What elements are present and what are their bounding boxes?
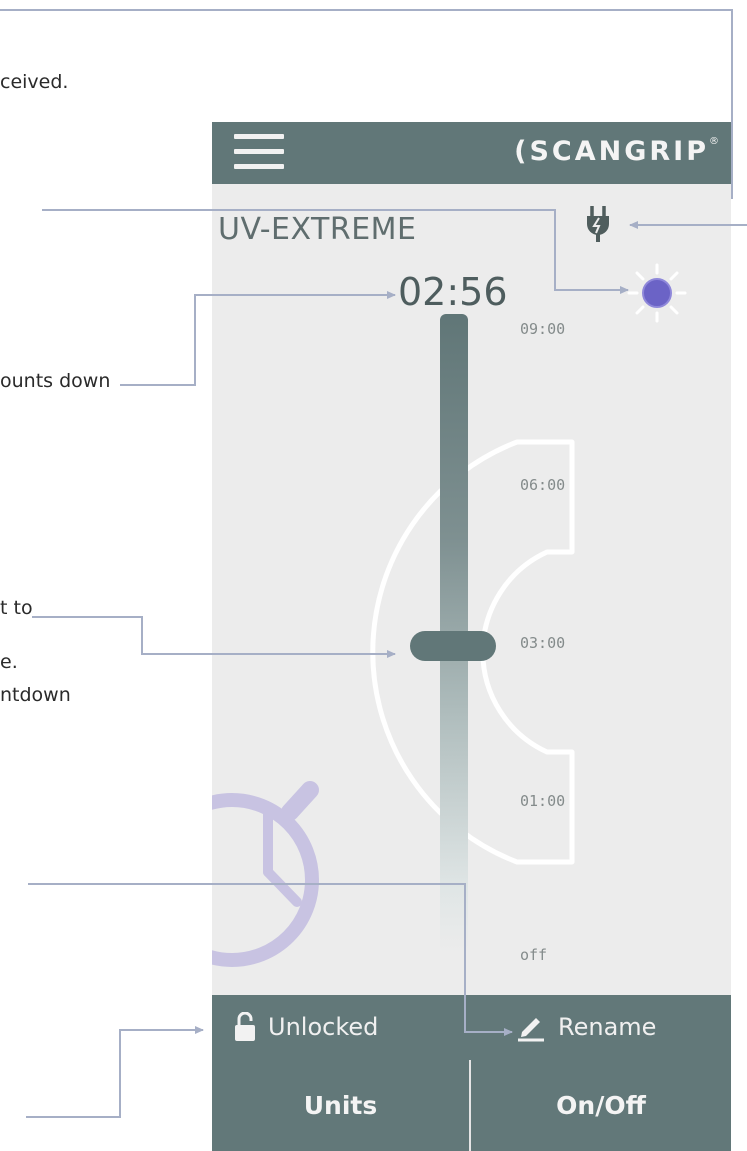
rename-button[interactable]: Rename xyxy=(516,995,656,1058)
lock-toggle[interactable]: Unlocked xyxy=(234,995,378,1058)
brand-bracket-icon: ( xyxy=(514,136,530,167)
action-bar: Units On/Off xyxy=(212,1058,731,1151)
rename-label: Rename xyxy=(558,1012,657,1041)
callout-lock xyxy=(26,1026,204,1118)
pencil-icon xyxy=(518,1017,544,1041)
units-button[interactable]: Units xyxy=(212,1060,469,1151)
app-header: (SCANGRIP® xyxy=(212,122,731,184)
tick-label-3h: 03:00 xyxy=(520,634,566,652)
uv-light-icon xyxy=(627,263,687,323)
brand-name: SCANGRIP xyxy=(529,136,709,167)
frame-top-line xyxy=(0,9,733,11)
tick-label-6h: 06:00 xyxy=(520,476,566,494)
device-name: UV-EXTREME xyxy=(218,212,417,247)
frame-right-line xyxy=(731,9,733,199)
unlock-icon xyxy=(235,1011,255,1041)
brand-logo: (SCANGRIP® xyxy=(514,136,719,167)
doc-text-counts-down: ounts down xyxy=(0,370,111,392)
device-options-bar: Unlocked Rename xyxy=(212,995,731,1058)
stopwatch-icon xyxy=(212,781,319,967)
menu-icon[interactable] xyxy=(234,132,284,172)
doc-text-countdown: ntdown xyxy=(0,684,71,706)
tick-label-9h: 09:00 xyxy=(520,320,566,338)
doc-text-set-to: t to xyxy=(0,597,33,619)
doc-text-received: ceived. xyxy=(0,71,69,93)
app-screen: (SCANGRIP® UV-EXTREME 02:56 09:00 06:00 … xyxy=(212,122,731,1151)
countdown-timer: 02:56 xyxy=(398,270,508,314)
tick-label-1h: 01:00 xyxy=(520,792,566,810)
doc-text-e: e. xyxy=(0,651,18,673)
plug-icon xyxy=(587,206,609,242)
on-off-button[interactable]: On/Off xyxy=(471,1060,731,1151)
lock-label: Unlocked xyxy=(268,1012,379,1041)
tick-label-off: off xyxy=(520,946,548,964)
timer-slider-handle[interactable] xyxy=(410,631,496,661)
brand-trademark: ® xyxy=(709,136,719,147)
